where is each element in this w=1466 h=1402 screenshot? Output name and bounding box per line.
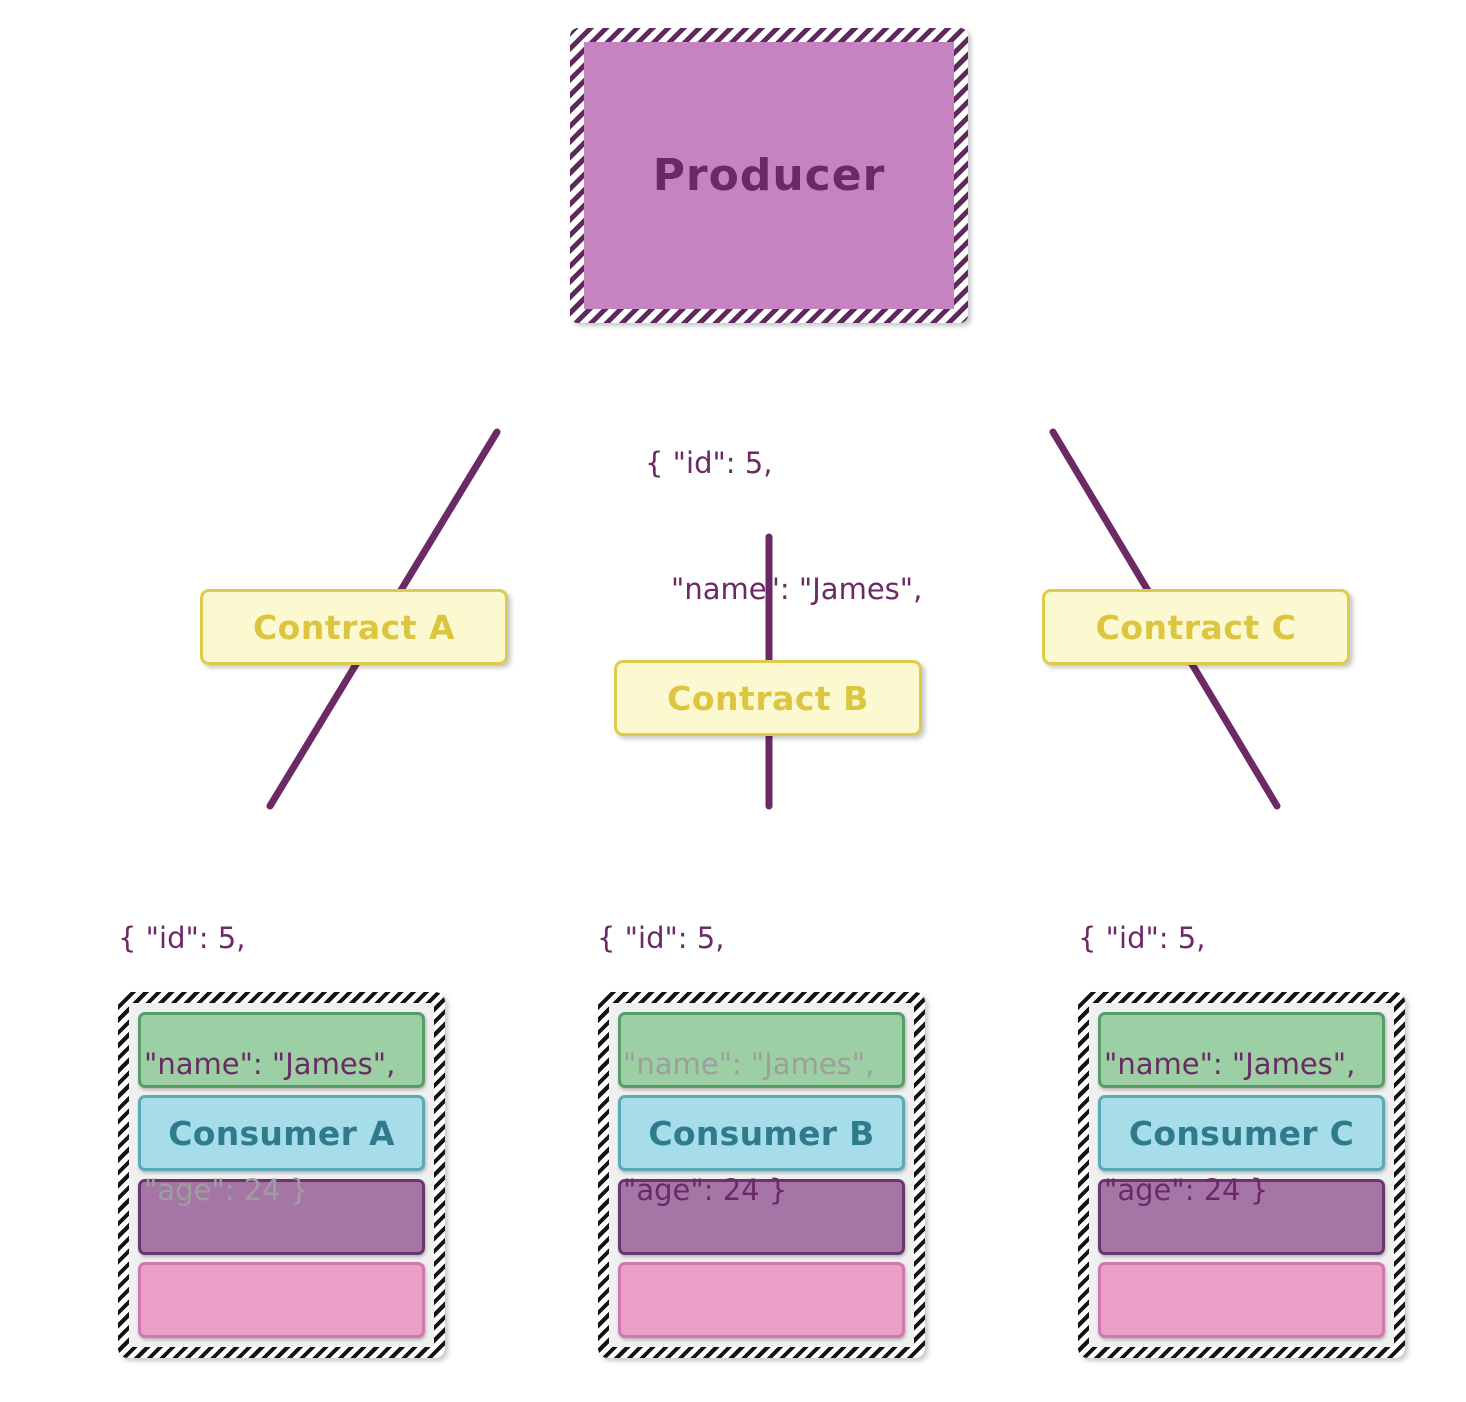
payload-line: "age": 24 } xyxy=(144,1173,309,1208)
consumer-c-payload: { "id": 5, "name": "James", "age": 24 } xyxy=(1078,833,1355,1296)
contract-a-label: Contract A xyxy=(252,607,456,647)
producer-node-body: Producer xyxy=(584,42,954,309)
payload-line: "name": "James", xyxy=(144,1047,396,1082)
payload-line: { "id": 5, xyxy=(597,921,725,956)
contract-c-label: Contract C xyxy=(1095,607,1297,647)
consumer-b-payload: { "id": 5, "name": "James", "age": 24 } xyxy=(597,833,874,1296)
payload-line: { "id": 5, xyxy=(645,446,773,481)
producer-payload: { "id": 5, "name": "James", "age": 24 } xyxy=(645,358,922,821)
payload-line: "age": 24 } xyxy=(1104,1173,1269,1208)
payload-line: { "id": 5, xyxy=(118,921,246,956)
contract-b-box[interactable]: Contract B xyxy=(614,660,922,736)
consumer-a-payload: { "id": 5, "name": "James", "age": 24 } xyxy=(118,833,395,1296)
producer-label: Producer xyxy=(652,150,886,201)
producer-node[interactable]: Producer xyxy=(570,28,968,323)
payload-line: "name": "James", xyxy=(623,1047,875,1082)
diagram-canvas: Producer { "id": 5, "name": "James", "ag… xyxy=(0,0,1466,1402)
payload-line: { "id": 5, xyxy=(1078,921,1206,956)
contract-b-label: Contract B xyxy=(667,678,869,718)
payload-line: "name": "James", xyxy=(671,572,923,607)
payload-line: "age": 24 } xyxy=(623,1173,788,1208)
contract-a-box[interactable]: Contract A xyxy=(200,589,508,665)
payload-line: "name": "James", xyxy=(1104,1047,1356,1082)
contract-c-box[interactable]: Contract C xyxy=(1042,589,1350,665)
